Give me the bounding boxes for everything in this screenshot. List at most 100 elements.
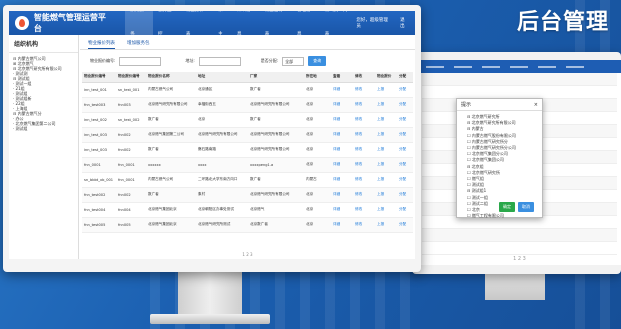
row-action-link[interactable]: 详细	[331, 112, 353, 128]
row-action-link[interactable]: 修改	[353, 97, 375, 113]
address-input[interactable]	[198, 56, 241, 66]
column-header: 地址	[196, 72, 248, 83]
row-action-link[interactable]: 分配	[397, 202, 413, 218]
row-action-link[interactable]: 修改	[353, 157, 375, 173]
row-action-link[interactable]: 分配	[397, 82, 413, 98]
row-action-link[interactable]: 分配	[397, 112, 413, 128]
table-cell: 北京朝阳区办事处测试	[196, 202, 248, 218]
table-cell: xxxxxx	[146, 157, 196, 173]
monitor-base	[150, 314, 270, 324]
row-action-link[interactable]: 修改	[353, 217, 375, 233]
table-cell: fnn002	[116, 142, 146, 158]
search-button[interactable]: 查询	[308, 56, 327, 66]
row-action-link[interactable]: 分配	[397, 127, 413, 143]
row-action-link[interactable]: 上报	[375, 82, 397, 98]
table-cell: inn_test_003	[82, 142, 116, 158]
confirm-button[interactable]: 确定	[499, 202, 515, 212]
column-header: 厂家	[248, 72, 304, 83]
row-action-link[interactable]: 分配	[397, 97, 413, 113]
table-cell: 北京	[304, 202, 331, 218]
main-content: 物业报价列表 增加服务包 物业报价编号: 地址: 是否分配: 全部 查询 物业报…	[80, 35, 415, 259]
table-row: fnn_test004 fnn004 北京燃气集团北京 北京朝阳区办事处测试 北京燃气北…	[82, 202, 413, 218]
table-row: fnn_test003 fnn003 北京燃气研究所有限公司 幸福街西五 北京燃气研究所…	[82, 97, 413, 113]
row-action-link[interactable]: 详细	[331, 187, 353, 203]
row-action-link[interactable]: 分配	[397, 142, 413, 158]
table-cell: 北京燃气集团第二公司	[146, 127, 196, 143]
row-action-link[interactable]: 修改	[353, 82, 375, 98]
row-action-link[interactable]: 修改	[353, 172, 375, 188]
row-action-link[interactable]: 分配	[397, 187, 413, 203]
pager[interactable]: 1 2 3	[80, 252, 415, 257]
table-cell: 数广者	[248, 172, 304, 188]
row-action-link[interactable]: 上报	[375, 157, 397, 173]
close-icon[interactable]: ×	[534, 102, 538, 108]
code-input[interactable]	[119, 56, 162, 66]
dialog-tree-item[interactable]: ☐ 燃气工程有限公司	[467, 213, 542, 219]
table-cell: fnn_test005	[82, 217, 116, 233]
row-action-link[interactable]: 上报	[375, 127, 397, 143]
row-action-link[interactable]: 上报	[375, 97, 397, 113]
table-cell: xxxx	[196, 157, 248, 173]
table-cell: fnn_0001	[82, 157, 116, 173]
row-action-link[interactable]: 上报	[375, 217, 397, 233]
row-action-link[interactable]: 修改	[353, 127, 375, 143]
table-cell: fnn_test003	[82, 97, 116, 113]
table-cell: 北京燃气集团北京	[146, 202, 196, 218]
user-greeting: 您好，超级管理员	[356, 18, 388, 29]
row-action-link[interactable]: 修改	[353, 187, 375, 203]
row-action-link[interactable]: 分配	[397, 172, 413, 188]
table-cell: fnn_test002	[82, 187, 116, 203]
row-action-link[interactable]: 上报	[375, 112, 397, 128]
table-row: inn_test_001 sn_test_001 内蒙古燃气公司 北京通区 数广者 北京详…	[82, 82, 413, 98]
row-action-link[interactable]: 上报	[375, 142, 397, 158]
logout-link[interactable]: 退出	[400, 17, 409, 29]
table-cell: 北京	[304, 112, 331, 128]
row-action-link[interactable]: 分配	[397, 157, 413, 173]
row-action-link[interactable]: 详细	[331, 217, 353, 233]
row-action-link[interactable]: 修改	[353, 142, 375, 158]
row-action-link[interactable]: 上报	[375, 172, 397, 188]
column-header: 物业报价名称	[146, 72, 196, 83]
tab-list[interactable]: 物业报价列表	[88, 40, 115, 49]
column-header: 所在地	[304, 72, 331, 83]
column-header: 修改	[353, 72, 375, 83]
main-monitor: 智能燃气管理运营平台 预约服务服务监控物业报价表系主详细信息物业运行表管理信息燃…	[3, 5, 421, 272]
table-cell: 北京	[304, 187, 331, 203]
sidebar-tree-item[interactable]: · 测试组	[13, 126, 78, 131]
row-action-link[interactable]: 详细	[331, 157, 353, 173]
table-cell: 内蒙古燃气公司	[146, 82, 196, 98]
row-action-link[interactable]: 详细	[331, 127, 353, 143]
table-cell: 北京通区	[196, 82, 248, 98]
assigned-select[interactable]: 全部	[282, 56, 305, 66]
table-cell: 北京	[304, 97, 331, 113]
row-action-link[interactable]: 详细	[331, 202, 353, 218]
main-screen: 智能燃气管理运营平台 预约服务服务监控物业报价表系主详细信息物业运行表管理信息燃…	[9, 11, 415, 259]
table-cell: 北京燃气研究所有限公司	[248, 187, 304, 203]
filter-label-code: 物业报价编号:	[90, 58, 116, 63]
table-cell: 北京燃气研究所测试	[196, 217, 248, 233]
app-title: 智能燃气管理运营平台	[33, 13, 106, 33]
row-action-link[interactable]: 分配	[397, 217, 413, 233]
row-action-link[interactable]: 修改	[353, 202, 375, 218]
tab-add[interactable]: 增加服务包	[127, 40, 150, 49]
row-action-link[interactable]: 详细	[331, 97, 353, 113]
table-cell: fnn002	[116, 187, 146, 203]
table-row: inn_test_003 fnn002 北京燃气集团第二公司 北京燃气研究所有限公司北…	[82, 127, 413, 143]
row-action-link[interactable]: 详细	[331, 142, 353, 158]
back-monitor-stand	[485, 274, 545, 300]
table-cell: 象村	[196, 187, 248, 203]
table-cell: 北京燃气研究所有限公司	[146, 97, 196, 113]
row-action-link[interactable]: 修改	[353, 112, 375, 128]
row-action-link[interactable]: 详细	[331, 172, 353, 188]
back-pager[interactable]: 1 2 3	[418, 256, 621, 262]
table-row: inn_test_003 fnn002 数广者 磐石路南路 北京燃气研究所有限公司 北京详…	[82, 142, 413, 158]
table-cell: 北京	[304, 142, 331, 158]
row-action-link[interactable]: 上报	[375, 202, 397, 218]
table-cell: fnn_test004	[82, 202, 116, 218]
cancel-button[interactable]: 取消	[518, 202, 534, 212]
row-action-link[interactable]: 详细	[331, 82, 353, 98]
table-cell: fnn_0001	[116, 157, 146, 173]
row-action-link[interactable]: 上报	[375, 187, 397, 203]
table-cell: xxxxpeng1.a	[248, 157, 304, 173]
table-row: inn_test_002 sn_test_002 数广者 北京 数广者 北京 详细 修改 上报分…	[82, 112, 413, 128]
